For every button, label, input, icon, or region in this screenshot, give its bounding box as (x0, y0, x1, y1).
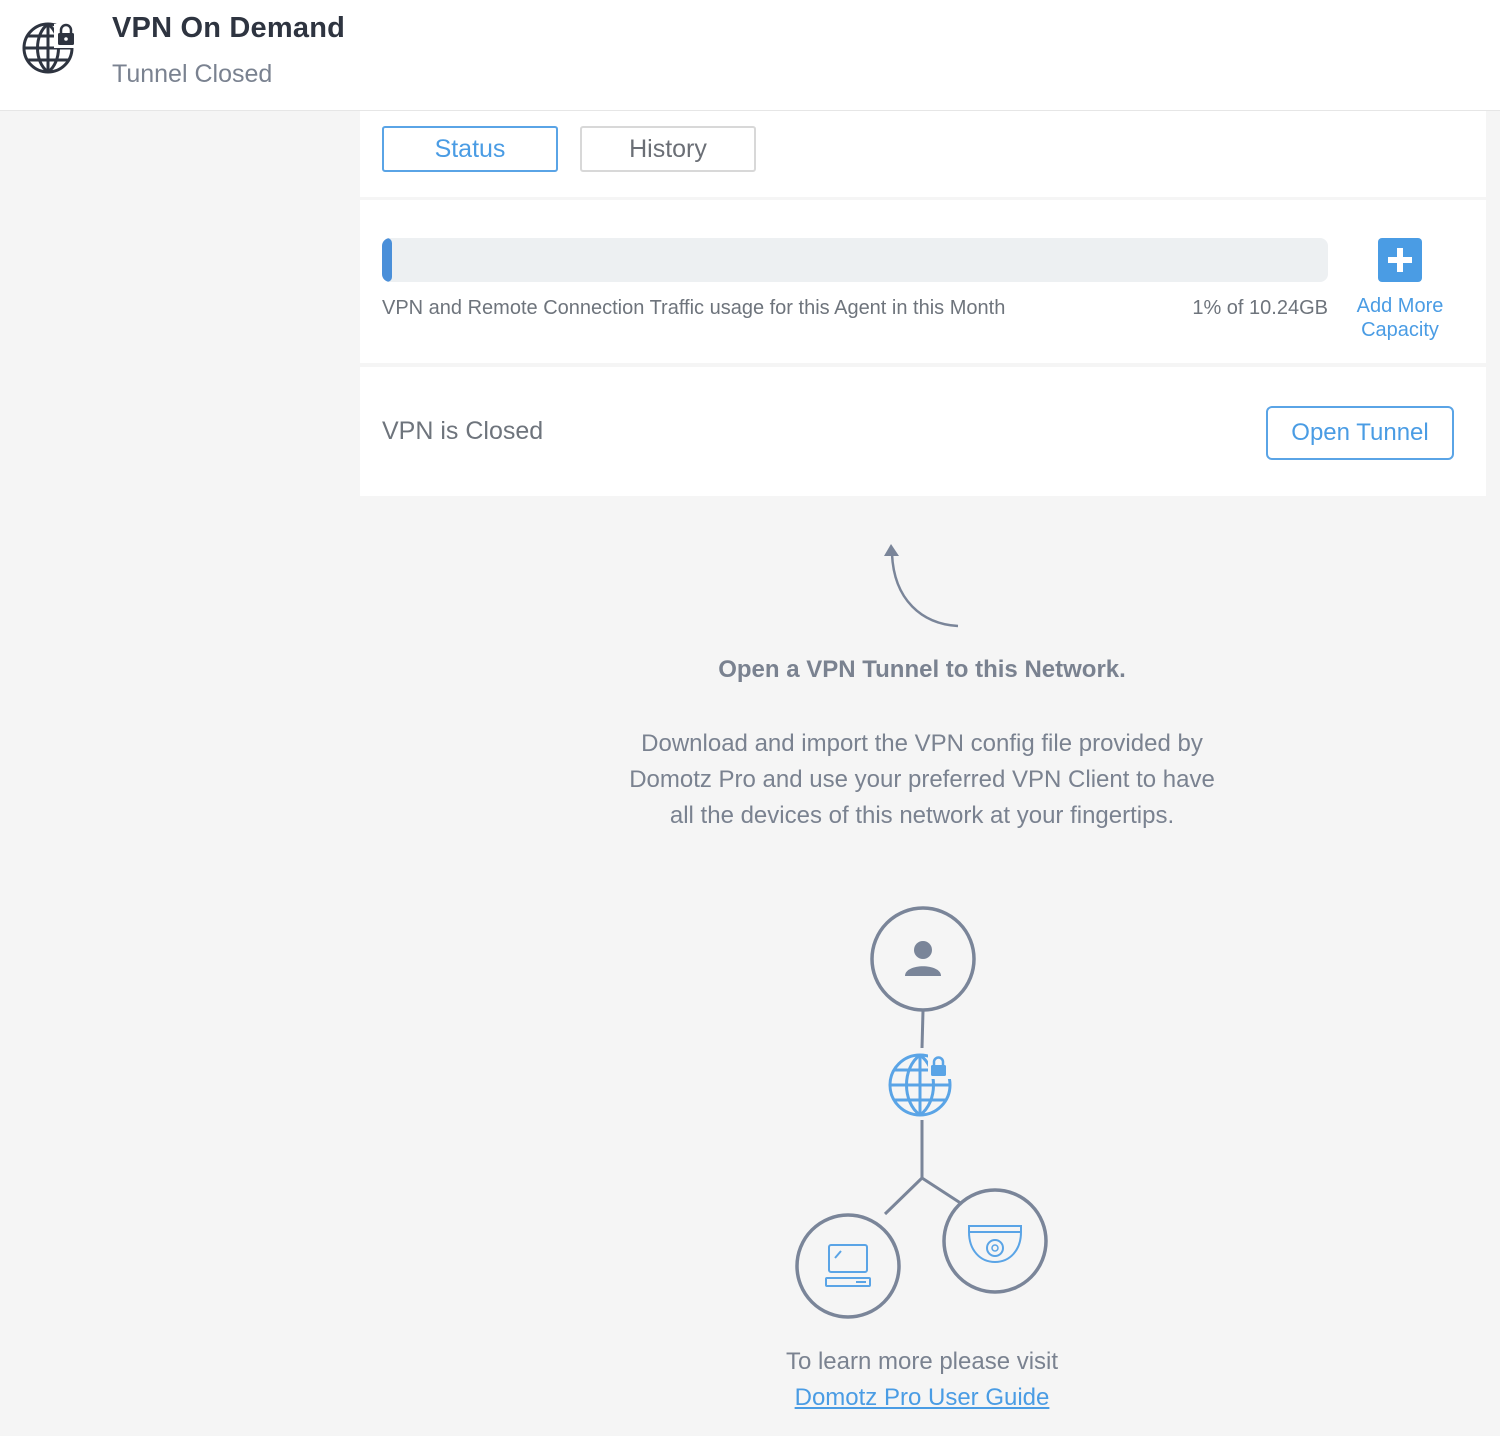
usage-progress-fill (382, 238, 392, 282)
add-more-capacity-button[interactable]: Add More Capacity (1338, 238, 1462, 342)
page-title: VPN On Demand (112, 12, 346, 44)
tab-history[interactable]: History (580, 126, 756, 172)
vpn-status-text: VPN is Closed (382, 417, 544, 445)
globe-lock-icon (22, 22, 78, 74)
user-node (870, 906, 976, 1012)
empty-state-description: Download and import the VPN config file … (629, 730, 1215, 829)
learn-more-text: To learn more please visit (785, 1348, 1059, 1375)
tab-status[interactable]: Status (382, 126, 558, 172)
add-more-capacity-label[interactable]: Add More Capacity (1338, 294, 1462, 342)
vpn-status-card: VPN is Closed Open Tunnel (360, 367, 1486, 496)
plus-icon[interactable] (1378, 238, 1422, 282)
curved-arrow-icon (884, 544, 959, 628)
traffic-usage-card: VPN and Remote Connection Traffic usage … (360, 200, 1486, 363)
add-more-capacity-line1[interactable]: Add More (1338, 294, 1462, 318)
open-tunnel-button[interactable]: Open Tunnel (1266, 406, 1454, 460)
usage-description: VPN and Remote Connection Traffic usage … (382, 297, 1006, 319)
user-guide-link-wrapper: Domotz Pro User Guide (622, 1384, 1222, 1412)
camera-node (942, 1188, 1048, 1294)
tabs-card: Status History (360, 111, 1486, 197)
app-header: VPN On Demand Tunnel Closed (0, 0, 1500, 111)
globe-lock-node-icon (888, 1053, 954, 1117)
usage-progress-bar (382, 238, 1328, 282)
network-diagram (795, 906, 1048, 1319)
add-more-capacity-line2[interactable]: Capacity (1338, 318, 1462, 342)
empty-state-title: Open a VPN Tunnel to this Network. (718, 656, 1126, 683)
computer-node (795, 1213, 901, 1319)
user-guide-link[interactable]: Domotz Pro User Guide (795, 1384, 1050, 1411)
tunnel-status-subtitle: Tunnel Closed (112, 60, 273, 88)
usage-value: 1% of 10.24GB (1192, 297, 1328, 319)
